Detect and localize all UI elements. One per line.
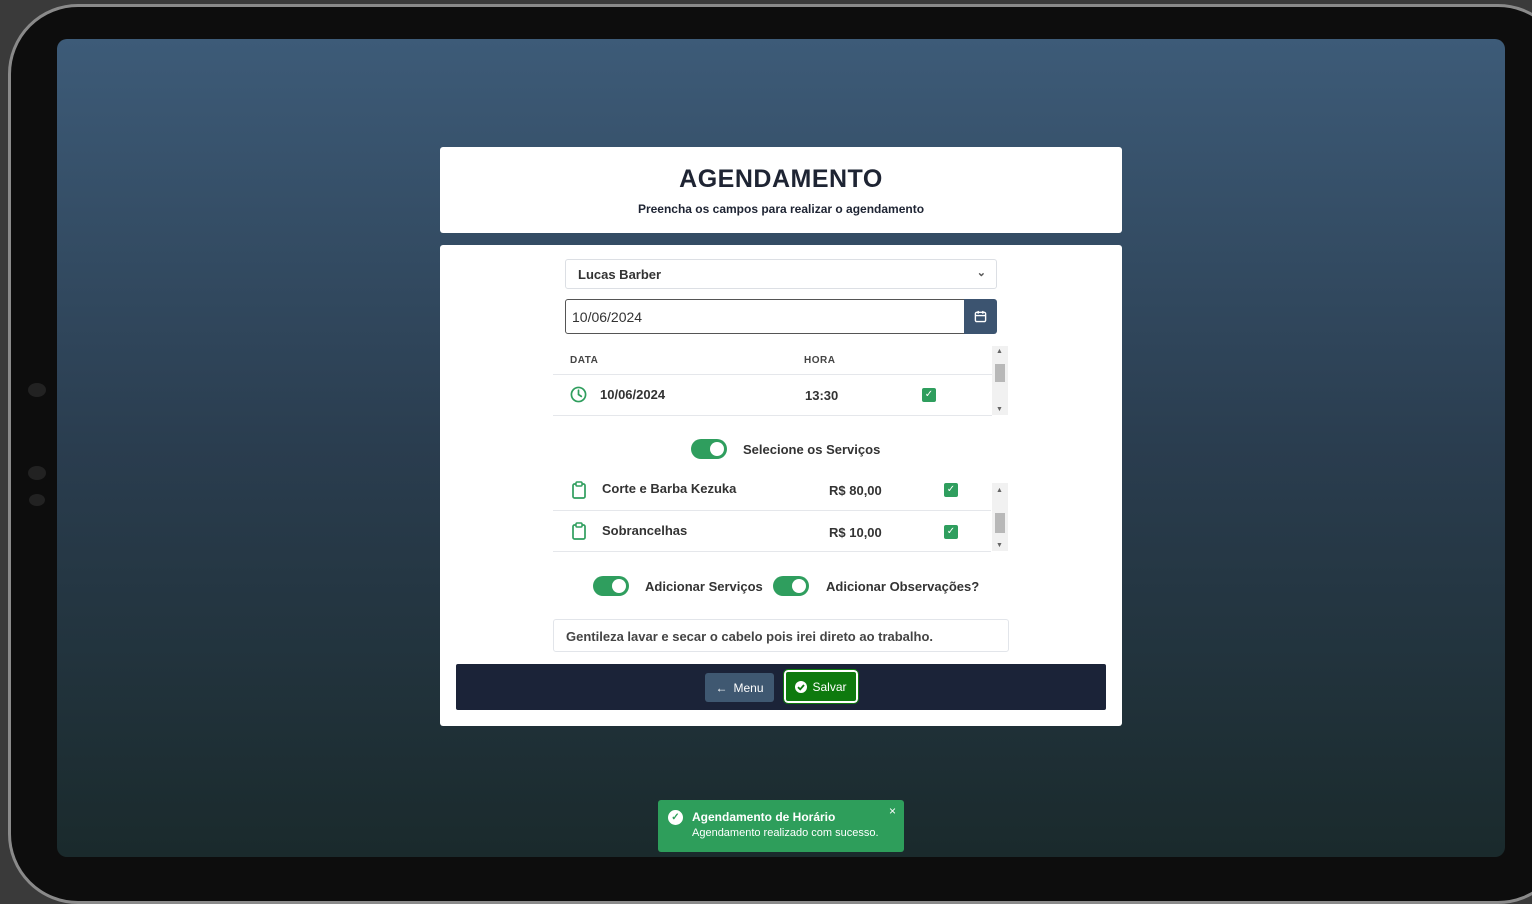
service-checkbox[interactable]: ✓ (944, 525, 958, 539)
service-price: R$ 10,00 (829, 525, 882, 540)
scroll-thumb[interactable] (995, 364, 1005, 382)
form-footer: ← Menu Salvar (456, 664, 1106, 710)
schedule-time: 13:30 (805, 388, 839, 403)
service-price: R$ 80,00 (829, 483, 882, 498)
scroll-thumb[interactable] (995, 513, 1005, 533)
services-toggle[interactable] (691, 439, 727, 459)
schedule-scrollbar[interactable]: ▲ ▼ (992, 346, 1008, 415)
clock-icon (570, 386, 587, 403)
menu-button[interactable]: ← Menu (705, 673, 774, 702)
barber-select[interactable]: Lucas Barber ⌄ (565, 259, 997, 289)
service-checkbox[interactable]: ✓ (944, 483, 958, 497)
scroll-up-icon[interactable]: ▲ (996, 487, 1003, 494)
arrow-left-icon: ← (715, 680, 728, 695)
close-icon[interactable]: × (889, 804, 896, 818)
service-name: Sobrancelhas (602, 523, 688, 538)
check-circle-icon (795, 680, 808, 693)
column-header-hora: HORA (804, 355, 836, 366)
toast-message: Agendamento realizado com sucesso. (692, 827, 879, 839)
scroll-down-icon[interactable]: ▼ (996, 542, 1003, 549)
page-title: AGENDAMENTO (679, 165, 883, 193)
divider (553, 510, 991, 511)
clipboard-icon (572, 522, 586, 540)
add-services-toggle[interactable] (593, 576, 629, 596)
calendar-icon (974, 310, 987, 323)
camera-dot (28, 383, 46, 397)
save-button[interactable]: Salvar (783, 669, 859, 704)
schedule-date: 10/06/2024 (600, 387, 666, 402)
chevron-down-icon: ⌄ (976, 267, 986, 279)
services-scrollbar[interactable]: ▲ ▼ (992, 483, 1008, 551)
services-toggle-label: Selecione os Serviços (743, 442, 881, 457)
divider (553, 551, 991, 552)
success-toast: ✓ Agendamento de Horário Agendamento rea… (658, 800, 904, 852)
service-name: Corte e Barba Kezuka (602, 481, 737, 496)
schedule-checkbox[interactable]: ✓ (922, 388, 936, 402)
toast-title: Agendamento de Horário (692, 810, 836, 824)
calendar-button[interactable] (964, 299, 997, 334)
add-services-label: Adicionar Serviços (645, 579, 763, 594)
header-card: AGENDAMENTO Preencha os campos para real… (440, 147, 1122, 233)
check-circle-icon: ✓ (668, 810, 683, 825)
date-field[interactable]: 10/06/2024 (565, 299, 965, 334)
add-notes-toggle[interactable] (773, 576, 809, 596)
notes-field[interactable]: Gentileza lavar e secar o cabelo pois ir… (553, 619, 1009, 652)
camera-dot (28, 466, 46, 480)
barber-select-value: Lucas Barber (578, 267, 662, 282)
divider (553, 415, 992, 416)
scroll-down-icon[interactable]: ▼ (996, 406, 1003, 413)
add-notes-label: Adicionar Observações? (826, 579, 980, 594)
menu-button-label: Menu (733, 680, 764, 695)
page-subtitle: Preencha os campos para realizar o agend… (637, 202, 925, 216)
app-screen: AGENDAMENTO Preencha os campos para real… (57, 39, 1505, 857)
clipboard-icon (572, 481, 586, 499)
save-button-label: Salvar (812, 679, 847, 694)
scheduling-form: Lucas Barber ⌄ 10/06/2024 DATA HORA 10/0… (440, 245, 1122, 726)
camera-dot (29, 494, 45, 506)
divider (553, 374, 992, 375)
scroll-up-icon[interactable]: ▲ (996, 348, 1003, 355)
column-header-data: DATA (570, 355, 599, 366)
